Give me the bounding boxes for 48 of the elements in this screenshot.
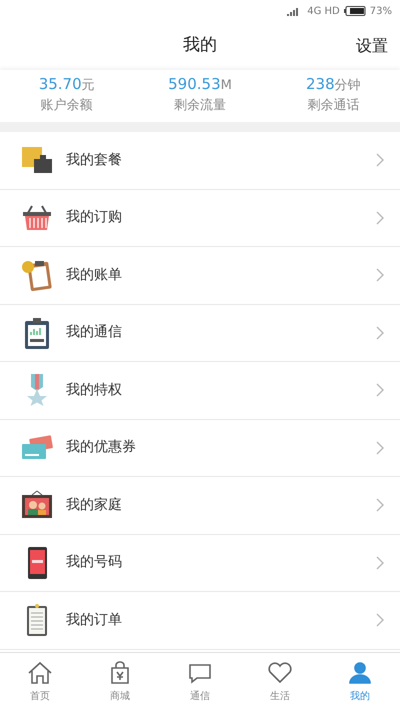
battery-level: 73% bbox=[370, 4, 392, 18]
menu-label: 我的账单 bbox=[66, 266, 123, 285]
tab-bar-item[interactable]: 我的 bbox=[320, 653, 400, 712]
chevron-right-icon bbox=[376, 210, 384, 225]
chat-icon bbox=[187, 661, 213, 685]
menu-label: 我的特权 bbox=[66, 380, 123, 400]
home-icon bbox=[27, 661, 53, 685]
menu-item[interactable]: 我的套餐 bbox=[0, 132, 400, 190]
settings-button[interactable]: 设置 bbox=[356, 34, 388, 58]
menu-item[interactable]: 我的订单 bbox=[0, 592, 400, 650]
heart-icon bbox=[267, 661, 293, 685]
tab-bar-item[interactable]: 通信 bbox=[160, 653, 240, 712]
chevron-right-icon bbox=[376, 498, 384, 512]
menu-label: 我的通信 bbox=[66, 323, 123, 342]
menu-label: 我的订购 bbox=[66, 208, 123, 228]
chevron-right-icon bbox=[376, 268, 384, 282]
chevron-right-icon bbox=[376, 440, 384, 455]
stat-label: 剩余流量 bbox=[174, 96, 226, 115]
person-icon bbox=[347, 661, 373, 685]
chevron-right-icon bbox=[376, 383, 384, 398]
menu-item[interactable]: 我的号码 bbox=[0, 534, 400, 592]
chevron-right-icon bbox=[376, 153, 384, 168]
menu-item[interactable]: 我的通信 bbox=[0, 304, 400, 362]
menu-label: 我的订单 bbox=[66, 610, 123, 630]
network-label: 4G HD bbox=[307, 4, 340, 18]
menu-item[interactable]: 我的优惠券 bbox=[0, 420, 400, 477]
clipboard-icon bbox=[20, 258, 54, 292]
stat-label: 账户余额 bbox=[40, 96, 93, 115]
menu-label: 我的优惠券 bbox=[66, 438, 137, 458]
battery-icon bbox=[344, 6, 366, 16]
menu-item[interactable]: 我的特权 bbox=[0, 362, 400, 420]
stat-label: 剩余通话 bbox=[307, 96, 360, 115]
menu-label: 我的家庭 bbox=[66, 496, 123, 515]
stat-value: 35.70元 bbox=[38, 76, 95, 92]
chevron-right-icon bbox=[376, 326, 384, 340]
menu-item[interactable]: 我的账单 bbox=[0, 247, 400, 304]
tab-bar-item[interactable]: 首页 bbox=[0, 653, 80, 712]
chevron-right-icon bbox=[376, 613, 384, 628]
menu-label: 我的号码 bbox=[66, 553, 123, 572]
tab-bar-item[interactable]: 商城 bbox=[80, 653, 160, 712]
chevron-right-icon bbox=[376, 556, 384, 570]
menu-label: 我的套餐 bbox=[66, 150, 123, 170]
tab-bar-item[interactable]: 生活 bbox=[240, 653, 320, 712]
menu-item[interactable]: 我的家庭 bbox=[0, 477, 400, 534]
stat-value: 590.53M bbox=[168, 76, 232, 92]
menu-item[interactable]: 我的订购 bbox=[0, 190, 400, 247]
stat-value: 238分钟 bbox=[306, 76, 361, 92]
page-title: 我的 bbox=[183, 34, 217, 58]
